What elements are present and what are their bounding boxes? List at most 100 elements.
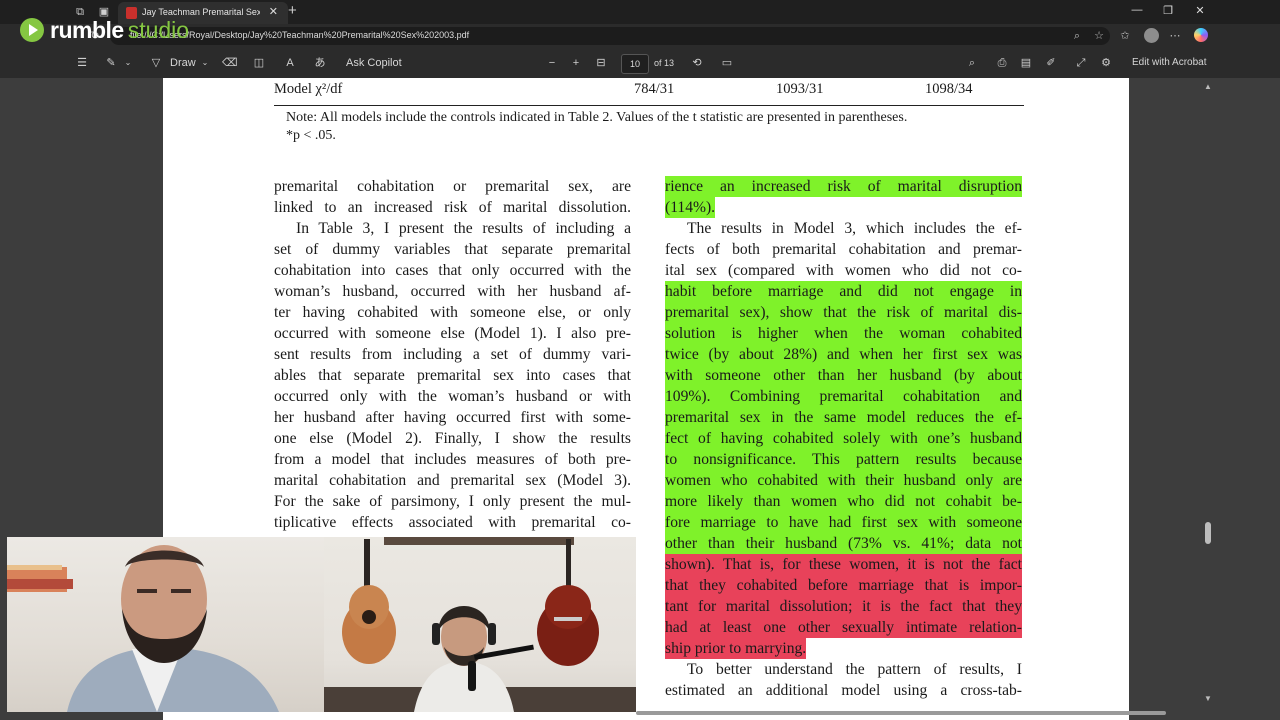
highlighted-line: premarital sex in the same model reduces… <box>665 407 1022 428</box>
webcam-video-guest <box>324 537 636 712</box>
table-row-label: Model χ²/df <box>274 81 343 97</box>
text-line: fects of both premarital cohabitation an… <box>665 241 1022 258</box>
fullscreen-icon[interactable]: ⤢ <box>1074 56 1088 70</box>
draw-chevron-icon[interactable]: ⌄ <box>198 56 212 70</box>
watermark-product: studio <box>127 16 190 43</box>
webcam-frame-illustration <box>7 545 279 712</box>
add-icon[interactable]: + <box>288 2 297 19</box>
text-line: set of dummy variables that separate pre… <box>274 241 631 258</box>
zoom-out-icon[interactable]: − <box>545 56 559 70</box>
rumble-logo-icon <box>20 18 44 42</box>
zoom-icon[interactable]: ⌕ <box>1070 29 1084 43</box>
address-bar-row: ↻ file:///C:/Users/Royal/Desktop/Jay%20T… <box>0 24 1280 48</box>
scroll-up-icon[interactable]: ▲ <box>1204 82 1212 91</box>
text-line: estimated an additional model using a cr… <box>665 682 1022 699</box>
more-icon[interactable]: ⋯ <box>1168 29 1182 43</box>
page-number-input[interactable]: 10 <box>621 54 649 74</box>
text-line: tiplicative effects associated with prem… <box>274 514 631 531</box>
pdf-toolbar: ☰ ✎ ⌄ ▽ Draw ⌄ ⌫ ◫ A あ Ask Copilot − + ⊟… <box>0 48 1280 79</box>
highlighted-line: to nonsignificance. This pattern results… <box>665 449 1022 470</box>
find-icon[interactable]: ⌕ <box>965 56 979 70</box>
window-close-icon[interactable]: ✕ <box>1190 4 1210 17</box>
text-line: To better understand the pattern of resu… <box>687 661 1022 678</box>
restore-icon[interactable]: ❐ <box>1158 4 1178 17</box>
highlighted-line: ship prior to marrying. <box>665 638 807 659</box>
highlighted-line: more likely than women who did not cohab… <box>665 491 1022 512</box>
highlighted-line: fore marriage to have had first sex with… <box>665 512 1022 533</box>
highlighted-line: habit before marriage and did not engage… <box>665 281 1022 302</box>
highlighted-line: shown). That is, for these women, it is … <box>665 554 1022 575</box>
text-line: ables that separate premarital sex into … <box>274 367 631 384</box>
watermark-brand: rumble <box>50 16 124 43</box>
save-icon[interactable]: ▤ <box>1019 56 1033 70</box>
ask-copilot-button[interactable]: Ask Copilot <box>346 56 402 70</box>
rotate-icon[interactable]: ⟲ <box>690 56 704 70</box>
text-line: sent results from including a set of dum… <box>274 346 631 363</box>
edit-with-acrobat-button[interactable]: Edit with Acrobat <box>1132 56 1206 70</box>
chevron-down-icon[interactable]: ⌄ <box>121 56 135 70</box>
highlighted-line: solution is higher when the woman cohabi… <box>665 323 1022 344</box>
highlighted-line: 109%). Combining premarital cohabitation… <box>665 386 1022 407</box>
highlighted-line: rience an increased risk of marital disr… <box>665 176 1022 197</box>
table-note: Note: All models include the controls in… <box>286 110 908 125</box>
star-icon[interactable]: ☆ <box>1092 29 1106 43</box>
favorites-icon[interactable]: ✩ <box>1118 29 1132 43</box>
highlighted-line: premarital sex), show that the risk of m… <box>665 302 1022 323</box>
highlighted-line: (114%). <box>665 197 716 218</box>
text-line: In Table 3, I present the results of inc… <box>296 220 631 237</box>
highlighted-line: tant for marital dissolution; it is the … <box>665 596 1022 617</box>
text-line: cohabitation into cases that only occurr… <box>274 262 631 279</box>
close-icon[interactable]: ✕ <box>269 5 278 18</box>
page-view-icon[interactable]: ◫ <box>252 56 266 70</box>
copilot-icon[interactable] <box>1194 28 1208 42</box>
webcam-video-host <box>7 537 324 712</box>
highlighted-line: had at least one other sexually intimate… <box>665 617 1022 638</box>
text-line: occurred only with the woman’s husband o… <box>274 388 631 405</box>
translate-icon[interactable]: あ <box>313 56 327 70</box>
text-line: woman’s husband, occurred with her husba… <box>274 283 631 300</box>
browser-tab-strip: ⧉ ▣ Jay Teachman Premarital Sex 2003.pdf… <box>0 0 1280 24</box>
settings-icon[interactable]: ⚙ <box>1099 56 1113 70</box>
highlighted-line: other than their husband (73% vs. 41%; d… <box>665 533 1022 554</box>
zoom-in-icon[interactable]: + <box>569 56 583 70</box>
text-line: ital sex (compared with women who did no… <box>665 262 1022 279</box>
table-rule <box>274 105 1024 106</box>
text-line: The results in Model 3, which includes t… <box>687 220 1022 237</box>
address-bar[interactable]: file:///C:/Users/Royal/Desktop/Jay%20Tea… <box>110 27 1110 45</box>
text-line: linked to an increased risk of marital d… <box>274 199 631 216</box>
text-line: from a model that includes measures of b… <box>274 451 631 468</box>
webcam-frame-illustration <box>324 537 636 712</box>
text-line: one else (Model 2). Finally, I show the … <box>274 430 631 447</box>
table-footnote: *p < .05. <box>286 128 336 143</box>
highlighted-line: that they cohabited before marriage that… <box>665 575 1022 596</box>
table-cell: 784/31 <box>634 81 675 97</box>
text-line: For the sake of parsimony, I only presen… <box>274 493 631 510</box>
vertical-scrollbar[interactable]: ▲ ▼ <box>1202 78 1214 714</box>
text-line: premarital cohabitation or premarital se… <box>274 178 631 195</box>
highlighted-line: with someone other than her husband (by … <box>665 365 1022 386</box>
print-icon[interactable]: ⎙ <box>995 56 1009 70</box>
erase-icon[interactable]: ⌫ <box>222 56 238 70</box>
scroll-down-icon[interactable]: ▼ <box>1204 694 1212 703</box>
save-as-icon[interactable]: ✐ <box>1044 56 1058 70</box>
scrollbar-thumb[interactable] <box>1205 522 1211 544</box>
minimize-icon[interactable]: — <box>1127 4 1147 16</box>
read-aloud-icon[interactable]: A <box>283 56 297 70</box>
two-page-icon[interactable]: ▭ <box>720 56 734 70</box>
highlighted-line: fect of having cohabited solely with one… <box>665 428 1022 449</box>
draw-icon[interactable]: ▽ <box>149 56 163 70</box>
text-line: marital cohabitation and premarital sex … <box>274 472 631 489</box>
fit-page-icon[interactable]: ⊟ <box>594 56 608 70</box>
contents-icon[interactable]: ☰ <box>75 56 89 70</box>
highlighted-line: twice (by about 28%) and when her first … <box>665 344 1022 365</box>
avatar[interactable] <box>1144 28 1159 43</box>
text-line: her husband after having occurred first … <box>274 409 631 426</box>
page-total: of 13 <box>654 58 675 68</box>
horizontal-scrollbar[interactable] <box>636 711 1196 716</box>
table-cell: 1093/31 <box>776 81 824 97</box>
highlighted-line: women who cohabited with their husband o… <box>665 470 1022 491</box>
draw-button[interactable]: Draw <box>170 56 196 70</box>
highlight-icon[interactable]: ✎ <box>104 56 118 70</box>
table-cell: 1098/34 <box>925 81 973 97</box>
scrollbar-thumb[interactable] <box>636 711 1166 715</box>
